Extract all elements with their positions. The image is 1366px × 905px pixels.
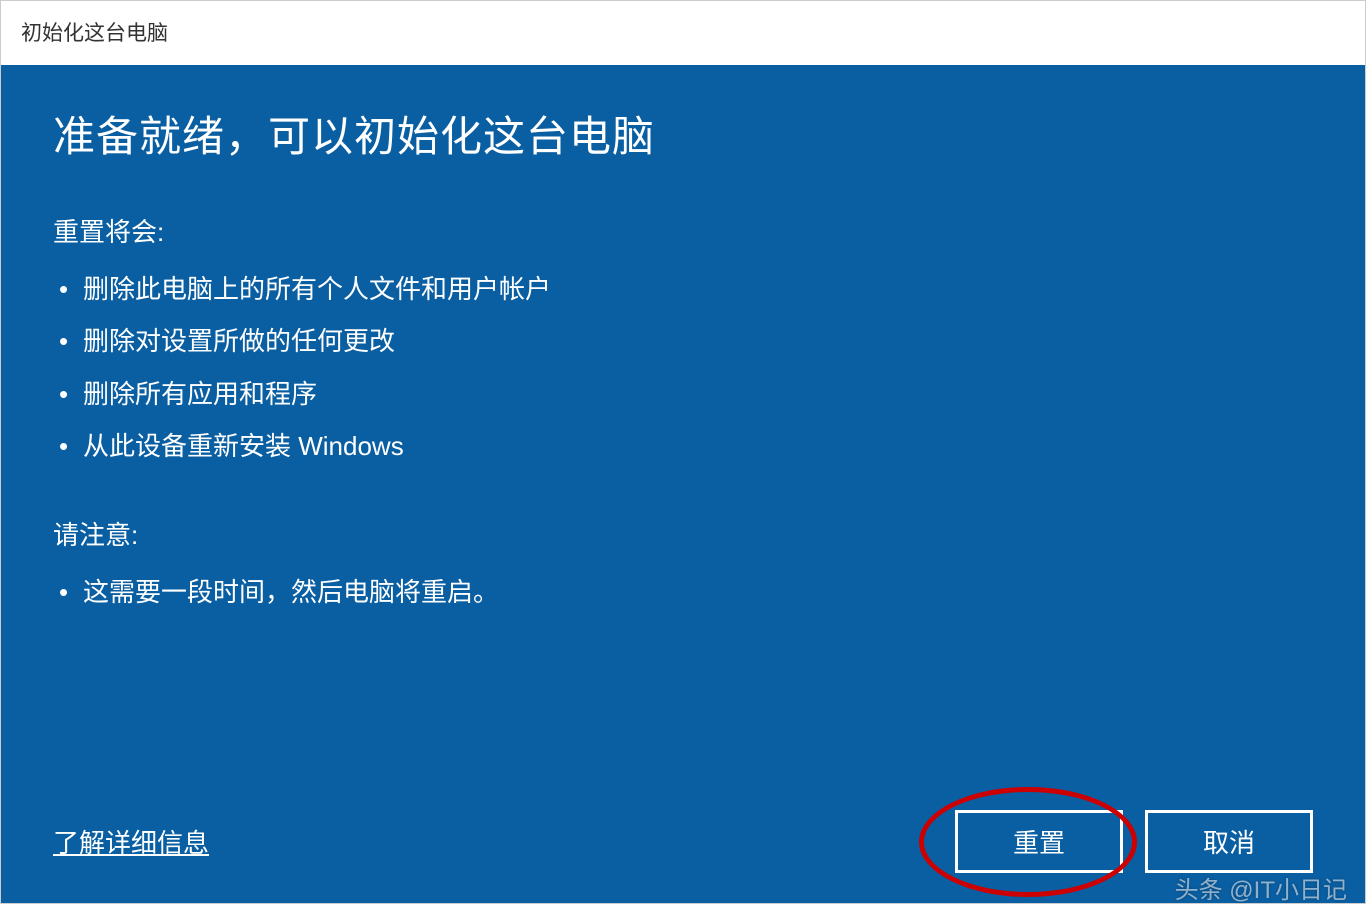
dialog-window: 初始化这台电脑 准备就绪，可以初始化这台电脑 重置将会: 删除此电脑上的所有个人… [0, 0, 1366, 904]
list-item: 这需要一段时间，然后电脑将重启。 [53, 566, 1313, 618]
note-list: 这需要一段时间，然后电脑将重启。 [53, 566, 1313, 618]
note-section: 请注意: 这需要一段时间，然后电脑将重启。 [53, 515, 1313, 654]
watermark-text: 头条 @IT小日记 [1175, 870, 1347, 905]
reset-button[interactable]: 重置 [955, 810, 1123, 873]
reset-section: 重置将会: 删除此电脑上的所有个人文件和用户帐户 删除对设置所做的任何更改 删除… [53, 212, 1313, 509]
page-heading: 准备就绪，可以初始化这台电脑 [53, 103, 1313, 164]
reset-actions-list: 删除此电脑上的所有个人文件和用户帐户 删除对设置所做的任何更改 删除所有应用和程… [53, 263, 1313, 473]
dialog-content: 准备就绪，可以初始化这台电脑 重置将会: 删除此电脑上的所有个人文件和用户帐户 … [1, 65, 1365, 903]
button-group: 重置 取消 [955, 810, 1313, 873]
list-item: 删除此电脑上的所有个人文件和用户帐户 [53, 263, 1313, 315]
list-item: 从此设备重新安装 Windows [53, 420, 1313, 472]
list-item: 删除所有应用和程序 [53, 368, 1313, 420]
cancel-button[interactable]: 取消 [1145, 810, 1313, 873]
note-label: 请注意: [53, 515, 1313, 552]
window-title: 初始化这台电脑 [1, 1, 1365, 65]
list-item: 删除对设置所做的任何更改 [53, 315, 1313, 367]
reset-will-label: 重置将会: [53, 212, 1313, 249]
learn-more-link[interactable]: 了解详细信息 [53, 823, 209, 860]
dialog-footer: 了解详细信息 重置 取消 [53, 810, 1313, 873]
